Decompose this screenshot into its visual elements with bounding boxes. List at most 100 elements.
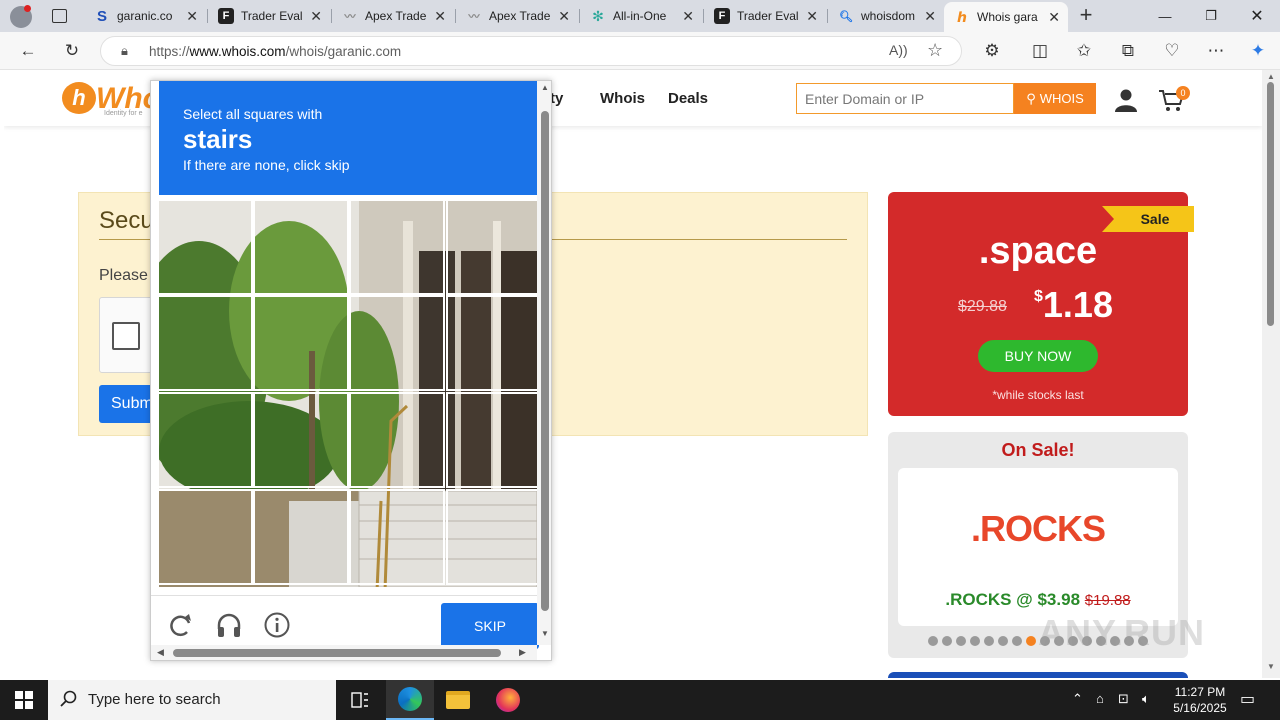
browser-tab[interactable]: F Trader Eval ✕: [208, 2, 330, 30]
close-tab-icon[interactable]: ✕: [558, 8, 570, 25]
carousel-dot[interactable]: [942, 636, 952, 646]
restore-icon[interactable]: ❐: [1188, 0, 1234, 32]
scrollbar-thumb[interactable]: [173, 649, 501, 657]
grid-tile-2-2[interactable]: [253, 295, 349, 391]
browser-tab[interactable]: 〰 Apex Trade ✕: [456, 2, 578, 30]
favorite-star-icon[interactable]: ☆: [927, 40, 943, 61]
whois-logo[interactable]: h Who Identity for e: [62, 82, 161, 117]
scrollbar-thumb[interactable]: [1267, 82, 1274, 326]
reload-challenge-icon[interactable]: [167, 611, 195, 639]
clock-time: 11:27 PM: [1174, 685, 1226, 699]
page-scrollbar[interactable]: ▲ ▼: [1262, 70, 1280, 678]
close-window-icon[interactable]: ✕: [1234, 0, 1280, 32]
split-screen-icon[interactable]: ◫: [1026, 38, 1054, 64]
sale-promo-card: Sale .space $29.88 $1.18 BUY NOW *while …: [888, 192, 1194, 416]
user-account-icon[interactable]: [1114, 88, 1138, 112]
copilot-icon[interactable]: ✦: [1244, 38, 1272, 64]
close-tab-icon[interactable]: ✕: [310, 8, 322, 25]
buy-now-button[interactable]: BUY NOW: [978, 340, 1098, 372]
carousel-dot[interactable]: [998, 636, 1008, 646]
grid-tile-2-4[interactable]: [446, 295, 537, 391]
carousel-dot[interactable]: [984, 636, 994, 646]
nav-whois[interactable]: Whois: [600, 90, 645, 107]
browser-tab[interactable]: ✻ All-in-One ✕: [580, 2, 702, 30]
challenge-hint: If there are none, click skip: [183, 157, 350, 173]
grid-tile-4-3[interactable]: [349, 489, 445, 585]
domain-search-input[interactable]: Enter Domain or IP: [796, 83, 1014, 114]
edge-taskbar-icon[interactable]: [386, 680, 434, 720]
extensions-icon[interactable]: ⚙: [978, 38, 1006, 64]
favorites-icon[interactable]: ✩: [1070, 38, 1098, 64]
address-bar[interactable]: 🔒︎ https://www.whois.com/whois/garanic.c…: [100, 36, 962, 66]
whois-search-button[interactable]: ⚲ WHOIS: [1014, 83, 1096, 114]
carousel-dot[interactable]: [1012, 636, 1022, 646]
old-price: $29.88: [958, 298, 1007, 315]
file-explorer-icon[interactable]: [434, 680, 482, 720]
popup-horizontal-scrollbar[interactable]: ◀ ▶: [151, 645, 537, 660]
close-tab-icon[interactable]: ✕: [682, 8, 694, 25]
f-logo-icon: F: [714, 8, 730, 24]
browser-tab[interactable]: 〰 Apex Trade ✕: [332, 2, 454, 30]
grid-tile-1-4[interactable]: [446, 201, 537, 295]
notifications-icon[interactable]: ▭: [1240, 689, 1255, 709]
minimize-icon[interactable]: —: [1142, 0, 1188, 32]
aio-icon: ✻: [592, 7, 604, 24]
volume-icon[interactable]: 🔈︎: [1142, 691, 1150, 707]
rocks-promo[interactable]: .ROCKS .ROCKS @ $3.98 $19.88: [898, 468, 1178, 626]
grid-tile-1-3[interactable]: [349, 201, 445, 295]
tab-actions-icon[interactable]: [52, 9, 67, 23]
grid-tile-3-4[interactable]: [446, 392, 537, 488]
grid-tile-3-3[interactable]: [349, 392, 445, 488]
grid-tile-1-2[interactable]: [253, 201, 349, 295]
taskbar-search-box[interactable]: Type here to search: [48, 680, 336, 720]
read-aloud-icon[interactable]: A)): [889, 42, 908, 58]
info-icon[interactable]: [263, 611, 291, 639]
security-instructions: Please: [99, 267, 148, 284]
back-icon[interactable]: ←: [14, 38, 42, 64]
audio-challenge-icon[interactable]: [215, 611, 243, 639]
close-tab-icon[interactable]: ✕: [806, 8, 818, 25]
grid-tile-4-1[interactable]: [159, 489, 253, 585]
grid-tile-3-1[interactable]: [159, 392, 253, 488]
close-tab-icon[interactable]: ✕: [924, 8, 936, 25]
nav-deals[interactable]: Deals: [668, 90, 708, 107]
carousel-dot[interactable]: [970, 636, 980, 646]
firefox-icon[interactable]: [484, 680, 532, 720]
popup-vertical-scrollbar[interactable]: ▲ ▼: [537, 81, 551, 645]
show-hidden-icons[interactable]: ⌃: [1072, 691, 1083, 707]
lock-icon: 🔒︎: [121, 43, 128, 58]
skip-button[interactable]: SKIP: [441, 603, 539, 649]
grid-tile-2-3[interactable]: [349, 295, 445, 391]
carousel-dot[interactable]: [956, 636, 966, 646]
new-tab-button[interactable]: +: [1072, 4, 1100, 28]
grid-tile-2-1[interactable]: [159, 295, 253, 391]
collections-icon[interactable]: ⧉: [1114, 38, 1142, 64]
network-icon[interactable]: ⊡: [1118, 691, 1129, 707]
performance-icon[interactable]: ♡: [1158, 38, 1186, 64]
task-view-icon[interactable]: [336, 680, 384, 720]
grid-tile-1-1[interactable]: [159, 201, 253, 295]
close-tab-icon[interactable]: ✕: [186, 8, 198, 25]
browser-tab-active[interactable]: ℎ Whois gara ✕: [944, 2, 1068, 32]
challenge-instruction: Select all squares with: [183, 106, 323, 122]
start-button[interactable]: [0, 680, 48, 720]
browser-tab[interactable]: F Trader Eval ✕: [704, 2, 826, 30]
grid-tile-4-2[interactable]: [253, 489, 349, 585]
close-tab-icon[interactable]: ✕: [434, 8, 446, 25]
browser-tab[interactable]: S garanic.co ✕: [84, 2, 206, 30]
profile-avatar-icon[interactable]: [10, 5, 32, 28]
captcha-checkbox[interactable]: [112, 322, 140, 350]
whois-icon: ℎ: [957, 8, 967, 25]
meet-now-icon[interactable]: ⌂: [1096, 691, 1104, 706]
more-menu-icon[interactable]: ⋯: [1202, 38, 1230, 64]
scrollbar-thumb[interactable]: [541, 111, 549, 611]
refresh-icon[interactable]: ↻: [58, 38, 86, 64]
apex-icon: 〰: [468, 11, 480, 23]
carousel-dot[interactable]: [1026, 636, 1036, 646]
system-clock[interactable]: 11:27 PM 5/16/2025: [1160, 684, 1240, 716]
grid-tile-4-4[interactable]: [446, 489, 537, 585]
close-tab-icon[interactable]: ✕: [1048, 9, 1060, 26]
browser-tab[interactable]: 🔍︎ whoisdom ✕: [828, 2, 944, 30]
grid-tile-3-2[interactable]: [253, 392, 349, 488]
carousel-dot[interactable]: [928, 636, 938, 646]
